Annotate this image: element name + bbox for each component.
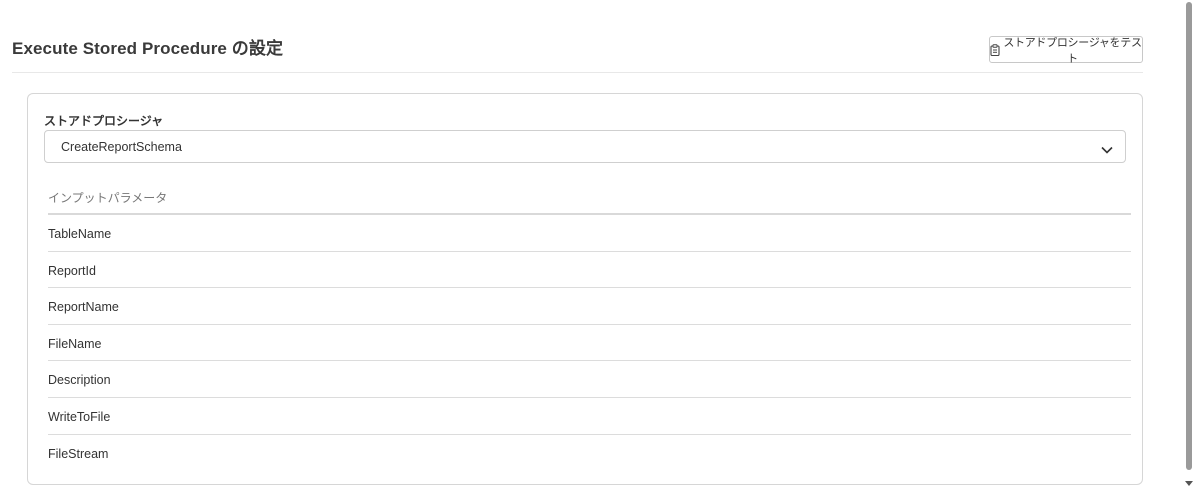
input-parameters-list: TableName ReportId ReportName FileName D…	[48, 215, 1131, 471]
test-procedure-button-label: ストアドプロシージャをテスト	[1003, 35, 1142, 65]
page-header: Execute Stored Procedure の設定 ストアドプロシージャを…	[12, 0, 1143, 73]
input-parameters-header: インプットパラメータ	[48, 187, 1131, 215]
scrollbar-thumb[interactable]	[1186, 2, 1192, 470]
parameter-row: FileName	[48, 325, 1131, 362]
parameter-row: FileStream	[48, 446, 109, 461]
parameter-row: ReportName	[48, 288, 1131, 325]
procedure-settings-card: ストアドプロシージャ CreateReportSchema インプットパラメータ…	[27, 93, 1143, 485]
chevron-down-icon	[1101, 142, 1113, 154]
parameter-row: Description	[48, 361, 1131, 398]
parameter-row: ReportId	[48, 252, 1131, 289]
page-title: Execute Stored Procedure の設定	[12, 39, 284, 58]
scroll-down-arrow-icon[interactable]	[1185, 481, 1193, 486]
vertical-scrollbar[interactable]	[1180, 0, 1197, 490]
procedure-select[interactable]: CreateReportSchema	[44, 130, 1126, 163]
procedure-field-label: ストアドプロシージャ	[44, 114, 164, 128]
parameter-row: WriteToFile	[48, 398, 1131, 435]
test-procedure-button[interactable]: ストアドプロシージャをテスト	[989, 35, 1143, 65]
clipboard-icon	[990, 43, 1000, 56]
procedure-select-value: CreateReportSchema	[61, 140, 182, 154]
parameter-row: TableName	[48, 215, 1131, 252]
